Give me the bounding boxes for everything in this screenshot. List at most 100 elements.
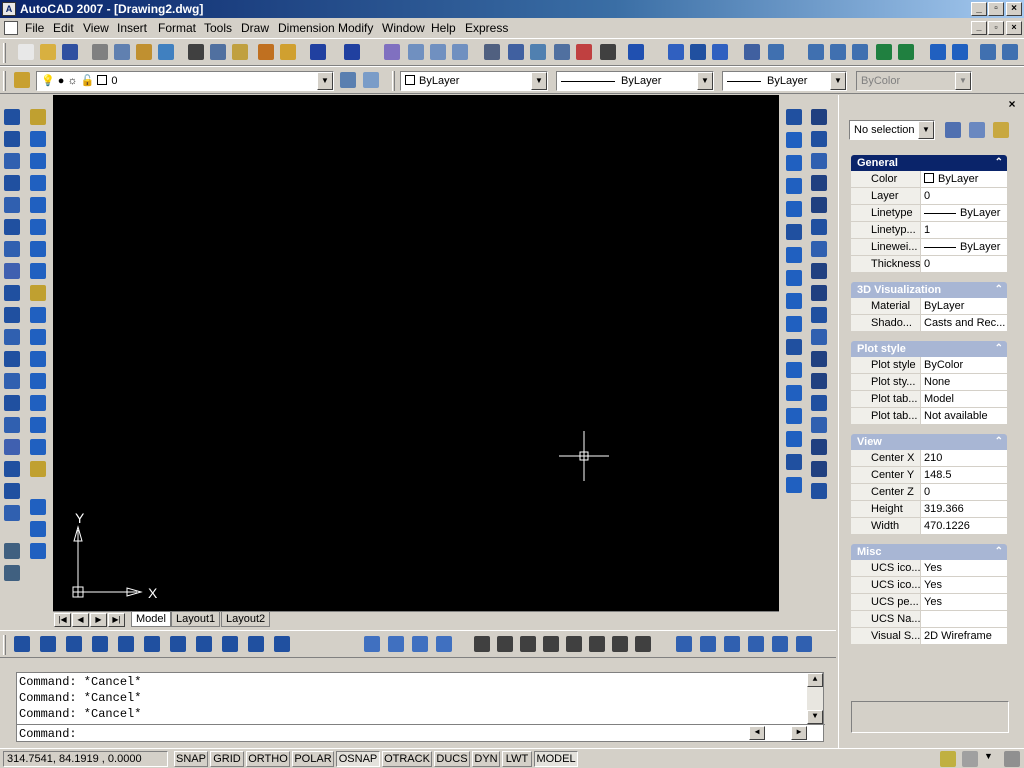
status-polar[interactable]: POLAR — [292, 751, 334, 767]
insert-block-icon[interactable] — [4, 351, 20, 367]
select-objects-icon[interactable] — [969, 122, 985, 138]
palette-section-header[interactable]: Plot style ⌃ — [851, 341, 1007, 357]
property-row[interactable]: Linewei... ByLayer — [851, 239, 1007, 256]
palette-close-button[interactable]: × — [1006, 98, 1018, 111]
block-editor-icon[interactable] — [280, 44, 296, 60]
text-f-icon[interactable] — [589, 636, 605, 652]
property-row[interactable]: Width 470.1226 — [851, 518, 1007, 535]
misc-b-icon[interactable] — [700, 636, 716, 652]
snap-from-icon[interactable] — [786, 132, 802, 148]
arc-length-icon[interactable] — [811, 153, 827, 169]
ucs-c-icon[interactable] — [66, 636, 82, 652]
palette-section-header[interactable]: View ⌃ — [851, 434, 1007, 450]
text-h-icon[interactable] — [635, 636, 651, 652]
misc-f-icon[interactable] — [796, 636, 812, 652]
scroll-up-button[interactable]: ▲ — [807, 673, 823, 687]
text-d-icon[interactable] — [543, 636, 559, 652]
property-value[interactable]: Model — [922, 391, 1007, 407]
selection-combo[interactable]: No selection ▼ — [849, 120, 935, 140]
ws-icon4[interactable] — [744, 44, 760, 60]
zoom-all-icon[interactable] — [980, 44, 996, 60]
break-at-point-icon[interactable] — [30, 351, 46, 367]
arc-icon[interactable] — [4, 219, 20, 235]
make-current-icon[interactable] — [340, 72, 356, 88]
lineweight-dropdown-arrow[interactable]: ▼ — [830, 72, 846, 90]
property-row[interactable]: UCS ico... Yes — [851, 577, 1007, 594]
linear-dim-icon[interactable] — [811, 109, 827, 125]
drawing-canvas[interactable]: Y X — [53, 95, 779, 611]
rectangle-icon[interactable] — [4, 197, 20, 213]
property-value[interactable] — [922, 611, 1007, 627]
snap-intersection-icon[interactable] — [786, 201, 802, 217]
chamfer-icon[interactable] — [30, 417, 46, 433]
property-row[interactable]: Plot style ByColor — [851, 357, 1007, 374]
bring-front-icon[interactable] — [364, 636, 380, 652]
radius-dim-icon[interactable] — [811, 197, 827, 213]
polygon-icon[interactable] — [4, 175, 20, 191]
property-row[interactable]: UCS ico... Yes — [851, 560, 1007, 577]
send-back-icon[interactable] — [388, 636, 404, 652]
menu-dimension[interactable]: Dimension — [278, 21, 335, 35]
linetype-dropdown-arrow[interactable]: ▼ — [697, 72, 713, 90]
menu-tools[interactable]: Tools — [204, 21, 232, 35]
jogged-dim-icon[interactable] — [811, 219, 827, 235]
plot-preview-icon[interactable] — [114, 44, 130, 60]
status-grid[interactable]: GRID — [210, 751, 244, 767]
misc-e-icon[interactable] — [772, 636, 788, 652]
property-row[interactable]: Linetype ByLayer — [851, 205, 1007, 222]
layer-previous-icon[interactable] — [363, 72, 379, 88]
property-value[interactable]: ByLayer — [922, 239, 1007, 255]
property-row[interactable]: Color ByLayer — [851, 171, 1007, 188]
status-ortho[interactable]: ORTHO — [246, 751, 290, 767]
send-under-icon[interactable] — [436, 636, 452, 652]
help-icon[interactable] — [628, 44, 644, 60]
property-row[interactable]: Plot sty... None — [851, 374, 1007, 391]
edit-image-icon[interactable] — [30, 543, 46, 559]
first-tab-button[interactable]: |◀ — [54, 613, 71, 627]
clean-screen-icon[interactable] — [1004, 751, 1020, 767]
property-value[interactable]: ByLayer — [922, 298, 1007, 314]
next-tab-button[interactable]: ▶ — [90, 613, 107, 627]
ws-icon2[interactable] — [690, 44, 706, 60]
edit-hatch-icon[interactable] — [30, 521, 46, 537]
ucs-g-icon[interactable] — [170, 636, 186, 652]
line-icon[interactable] — [4, 109, 20, 125]
property-value[interactable]: Yes — [922, 577, 1007, 593]
property-row[interactable]: Center Z0 — [851, 484, 1007, 501]
layer-dropdown-arrow[interactable]: ▼ — [317, 72, 333, 90]
toggle-pickadd-icon[interactable] — [945, 122, 961, 138]
ordinate-dim-icon[interactable] — [811, 175, 827, 191]
command-prompt[interactable]: Command: — [19, 726, 77, 742]
sheet-set-icon[interactable] — [554, 44, 570, 60]
text-g-icon[interactable] — [612, 636, 628, 652]
color-combo[interactable]: ByLayer ▼ — [400, 71, 548, 91]
misc-c-icon[interactable] — [724, 636, 740, 652]
undo-icon[interactable] — [310, 44, 326, 60]
point-icon[interactable] — [4, 395, 20, 411]
property-value[interactable]: 0 — [922, 256, 1007, 272]
redo-icon[interactable] — [344, 44, 360, 60]
table-icon[interactable] — [4, 483, 20, 499]
collapse-icon[interactable]: ⌃ — [995, 544, 1003, 560]
property-row[interactable]: Thickness 0 — [851, 256, 1007, 273]
palette-section-header[interactable]: General ⌃ — [851, 155, 1007, 171]
ellipse-icon[interactable] — [4, 307, 20, 323]
snap-endpoint-icon[interactable] — [786, 155, 802, 171]
ucs-f-icon[interactable] — [144, 636, 160, 652]
lineweight-combo[interactable]: ByLayer ▼ — [722, 71, 847, 91]
tolerance-icon[interactable] — [811, 373, 827, 389]
snap-center-icon[interactable] — [786, 270, 802, 286]
prev-tab-button[interactable]: ◀ — [72, 613, 89, 627]
snap-midpoint-icon[interactable] — [786, 178, 802, 194]
menu-edit[interactable]: Edit — [53, 21, 74, 35]
snap-nearest-icon[interactable] — [786, 431, 802, 447]
snap-quadrant-icon[interactable] — [786, 293, 802, 309]
menu-draw[interactable]: Draw — [241, 21, 269, 35]
quick-leader-icon[interactable] — [811, 351, 827, 367]
explode-icon[interactable] — [30, 461, 46, 477]
tab-layout1[interactable]: Layout1 — [171, 612, 221, 627]
mtext-icon[interactable] — [4, 505, 20, 521]
close-button[interactable]: × — [1006, 2, 1022, 16]
save-icon[interactable] — [62, 44, 78, 60]
ucs-i-icon[interactable] — [222, 636, 238, 652]
